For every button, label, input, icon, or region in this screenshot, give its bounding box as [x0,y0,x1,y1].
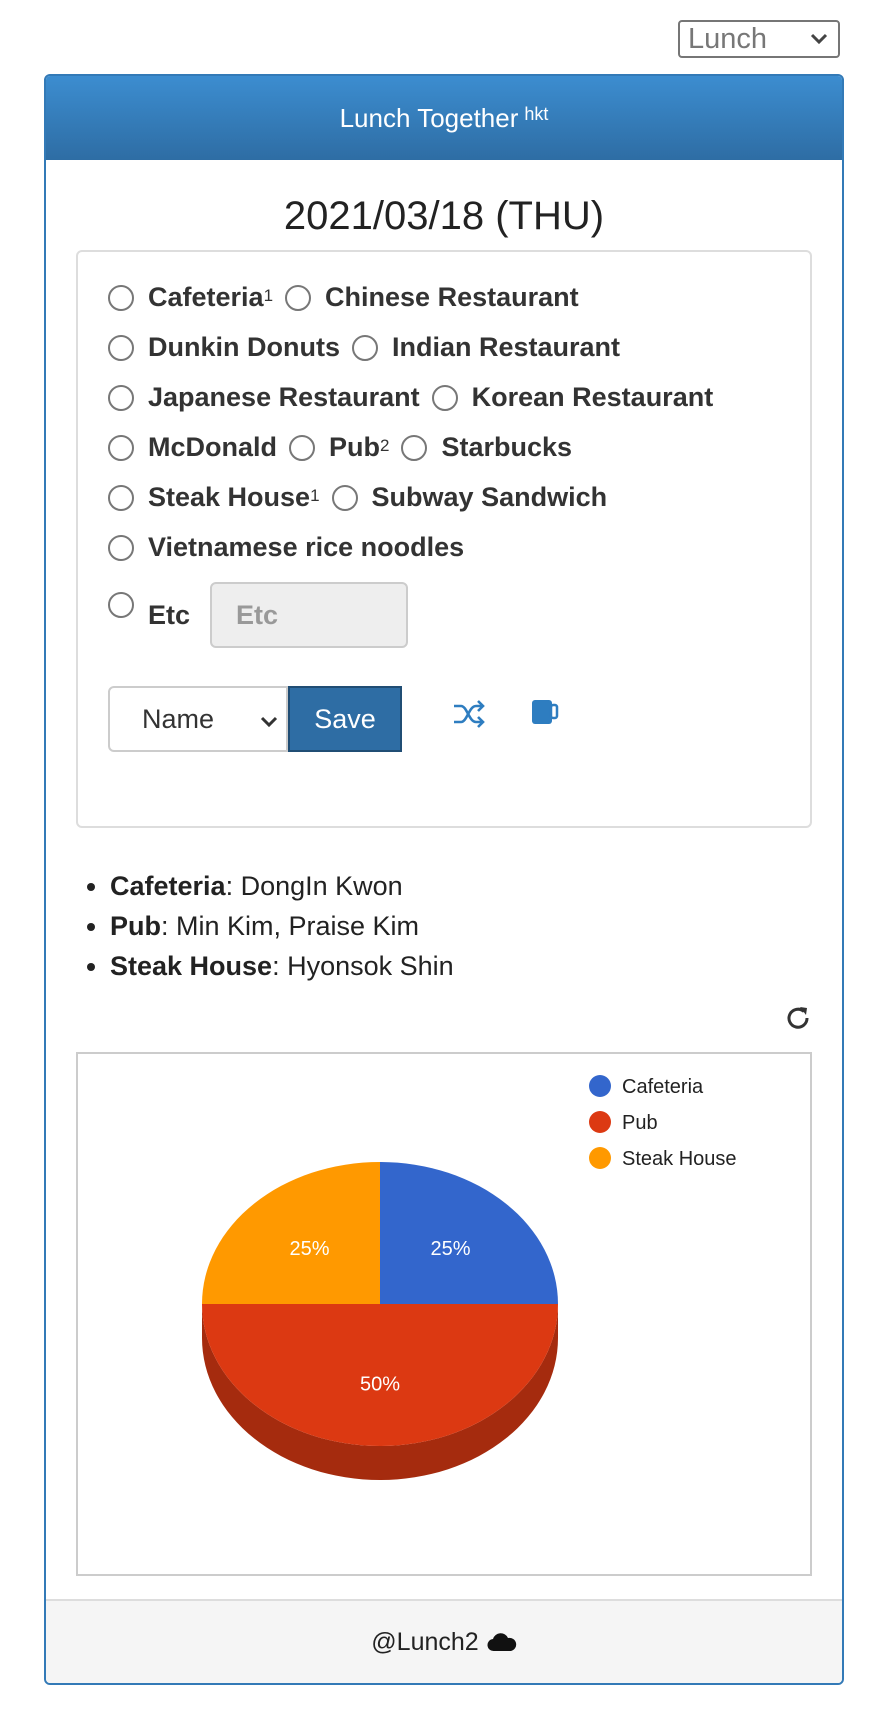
pie-slice [202,1162,380,1304]
radio-etc[interactable] [108,592,134,618]
option-label: Etc [148,600,191,630]
option-label: Indian Restaurant [391,332,621,362]
option-dunkin[interactable]: Dunkin Donuts [108,332,340,363]
legend-swatch [589,1111,611,1133]
cloud-icon [487,1633,516,1652]
refresh-icon[interactable] [784,1004,812,1037]
radio-japanese[interactable] [108,384,134,411]
lunch-panel: Lunch Together hkt 2021/03/18 (THU) Cafet… [44,74,844,1685]
name-select-value: Name [142,703,215,734]
summary-people: : Hyonsok Shin [272,951,454,981]
vote-form: Cafeteria 1 Chinese Restaurant Dunkin Don… [76,250,812,828]
radio-chinese[interactable] [285,284,312,311]
option-label: Starbucks [441,432,573,462]
etc-input[interactable]: Etc [210,582,409,648]
option-label: Steak House [148,482,311,512]
vote-summary-list: Cafeteria: DongIn Kwon Pub: Min Kim, Pra… [76,866,454,986]
radio-vietnamese[interactable] [108,534,134,561]
option-label: Pub [329,432,381,462]
option-subway[interactable]: Subway Sandwich [331,482,608,513]
mug-icon[interactable] [530,698,560,731]
summary-people: : DongIn Kwon [225,871,403,901]
save-button[interactable]: Save [288,686,402,752]
radio-starbucks[interactable] [401,434,428,461]
pie-chart: 25% 50% 25% Cafeteria Pub Steak House [76,1052,812,1576]
option-etc[interactable]: Etc [108,582,190,631]
pie-slice-label: 50% [360,1374,400,1396]
option-pub[interactable]: Pub 2 [289,432,389,463]
summary-place: Pub [110,911,161,941]
radio-cafeteria[interactable] [108,284,134,311]
radio-pub[interactable] [289,434,316,461]
option-label: Chinese Restaurant [325,282,579,312]
option-label: McDonald [148,432,278,462]
list-item: Cafeteria: DongIn Kwon [110,866,454,906]
option-label: Dunkin Donuts [148,332,340,362]
shuffle-icon[interactable] [452,700,486,733]
summary-people: : Min Kim, Praise Kim [161,911,420,941]
option-indian[interactable]: Indian Restaurant [351,332,621,363]
option-korean[interactable]: Korean Restaurant [431,382,714,413]
radio-subway[interactable] [331,484,358,511]
pie-chart-svg: 25% 50% 25% Cafeteria Pub Steak House [202,1075,737,1480]
summary-place: Cafeteria [110,871,226,901]
option-japanese[interactable]: Japanese Restaurant [108,382,420,413]
option-vietnamese[interactable]: Vietnamese rice noodles [108,532,464,563]
pie-slice [380,1162,558,1304]
vote-count: 2 [380,435,390,455]
list-item: Steak House: Hyonsok Shin [110,946,454,986]
radio-korean[interactable] [431,384,458,411]
option-label: Japanese Restaurant [148,382,420,412]
legend-label: Cafeteria [622,1076,704,1098]
date-heading: 2021/03/18 (THU) [283,194,605,238]
radio-dunkin[interactable] [108,334,134,361]
footer-text: @Lunch2 [371,1627,479,1656]
radio-mcdonald[interactable] [108,434,134,461]
option-starbucks[interactable]: Starbucks [401,432,572,463]
option-chinese[interactable]: Chinese Restaurant [285,282,579,313]
option-mcdonald[interactable]: McDonald [108,432,277,463]
meal-select[interactable]: Lunch [678,20,840,58]
footer: @Lunch2 [46,1599,842,1683]
summary-place: Steak House [110,951,273,981]
option-steak-house[interactable]: Steak House 1 [108,482,320,513]
name-select[interactable]: Name [108,686,288,752]
option-label: Korean Restaurant [471,382,714,412]
legend-label: Steak House [622,1148,737,1170]
legend-label: Pub [622,1112,658,1134]
legend-swatch [589,1147,611,1169]
option-label: Subway Sandwich [371,482,608,512]
option-cafeteria[interactable]: Cafeteria 1 [108,282,273,313]
legend-swatch [589,1075,611,1097]
chevron-down-icon [260,704,278,735]
option-label: Cafeteria [148,282,264,312]
list-item: Pub: Min Kim, Praise Kim [110,906,454,946]
vote-count: 1 [263,285,274,305]
radio-indian[interactable] [351,334,378,361]
meal-select-value: Lunch [688,22,768,55]
radio-steak-house[interactable] [108,484,134,511]
vote-count: 1 [310,485,320,505]
option-label: Vietnamese rice noodles [148,532,465,562]
chevron-down-icon [810,28,828,51]
pie-slice-label: 25% [430,1238,470,1260]
panel-header: Lunch Together hkt [46,76,842,160]
page-title: Lunch Together [339,102,519,133]
title-superscript: hkt [524,103,549,124]
pie-slice-label: 25% [289,1238,329,1260]
